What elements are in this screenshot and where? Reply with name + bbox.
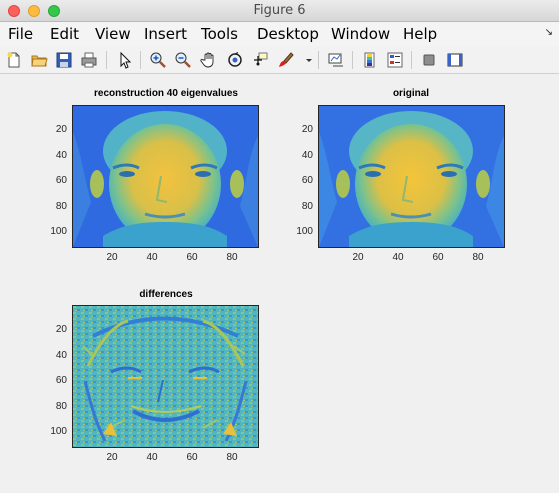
x-tick-label: 40 [146,452,158,463]
y-tick-label: 60 [55,175,67,186]
menu-help[interactable]: Help [403,25,437,43]
y-tick-label: 40 [55,150,67,161]
y-tick-label: 80 [55,401,67,412]
x-tick-label: 20 [106,252,118,263]
image-plot[interactable] [72,305,259,448]
y-tick-label: 100 [50,226,67,237]
zoom-out-icon[interactable] [174,51,192,69]
zoom-in-icon[interactable] [149,51,167,69]
new-figure-icon[interactable] [5,51,23,69]
print-icon[interactable] [80,51,98,69]
x-tick-label: 20 [106,452,118,463]
brush-dropdown-icon[interactable] [300,51,312,69]
y-tick-label: 80 [301,201,313,212]
x-tick-label: 40 [146,252,158,263]
menu-bar: File Edit View Insert Tools Desktop Wind… [0,22,559,46]
menu-edit[interactable]: Edit [50,25,79,43]
colorbar-icon[interactable] [361,51,379,69]
face-image [319,106,504,247]
axes-title: reconstruction 40 eigenvalues [94,88,238,99]
pointer-icon[interactable] [116,51,134,69]
brush-icon[interactable] [277,51,295,69]
image-plot[interactable] [72,105,259,248]
toolbar-separator [352,51,353,69]
figure-canvas: reconstruction 40 eigenvalues 20 40 60 8… [0,75,559,493]
toolbar-separator [318,51,319,69]
face-image [73,106,258,247]
toolbar-separator [411,51,412,69]
axes-title: differences [139,289,193,300]
image-plot[interactable] [318,105,505,248]
undock-arrow-icon[interactable]: ↘ [545,27,553,38]
rotate-3d-icon[interactable] [226,51,244,69]
window-title: Figure 6 [253,3,306,18]
difference-image [73,306,258,447]
x-tick-label: 20 [352,252,364,263]
y-tick-label: 100 [50,426,67,437]
x-tick-label: 80 [226,452,238,463]
legend-icon[interactable] [386,51,404,69]
data-cursor-icon[interactable] [251,51,269,69]
y-tick-label: 80 [55,201,67,212]
pan-hand-icon[interactable] [200,51,218,69]
menu-insert[interactable]: Insert [144,25,187,43]
y-tick-label: 20 [55,124,67,135]
y-tick-label: 40 [301,150,313,161]
save-icon[interactable] [55,51,73,69]
toolbar-separator [140,51,141,69]
open-file-icon[interactable] [30,51,48,69]
y-tick-label: 20 [55,324,67,335]
y-tick-label: 40 [55,350,67,361]
menu-tools[interactable]: Tools [201,25,238,43]
menu-view[interactable]: View [95,25,131,43]
toolbar-separator [106,51,107,69]
x-tick-label: 80 [226,252,238,263]
x-tick-label: 60 [432,252,444,263]
link-plot-icon[interactable] [327,51,345,69]
x-tick-label: 80 [472,252,484,263]
menu-file[interactable]: File [8,25,33,43]
title-bar: Figure 6 [0,0,559,22]
axes-title: original [392,88,430,99]
y-tick-label: 20 [301,124,313,135]
hide-plot-tools-icon[interactable] [420,51,438,69]
menu-desktop[interactable]: Desktop [257,25,319,43]
x-tick-label: 60 [186,252,198,263]
y-tick-label: 100 [296,226,313,237]
menu-window[interactable]: Window [331,25,390,43]
y-tick-label: 60 [55,375,67,386]
y-tick-label: 60 [301,175,313,186]
x-tick-label: 40 [392,252,404,263]
x-tick-label: 60 [186,452,198,463]
figure-toolbar [0,46,559,74]
show-plot-tools-icon[interactable] [446,51,464,69]
